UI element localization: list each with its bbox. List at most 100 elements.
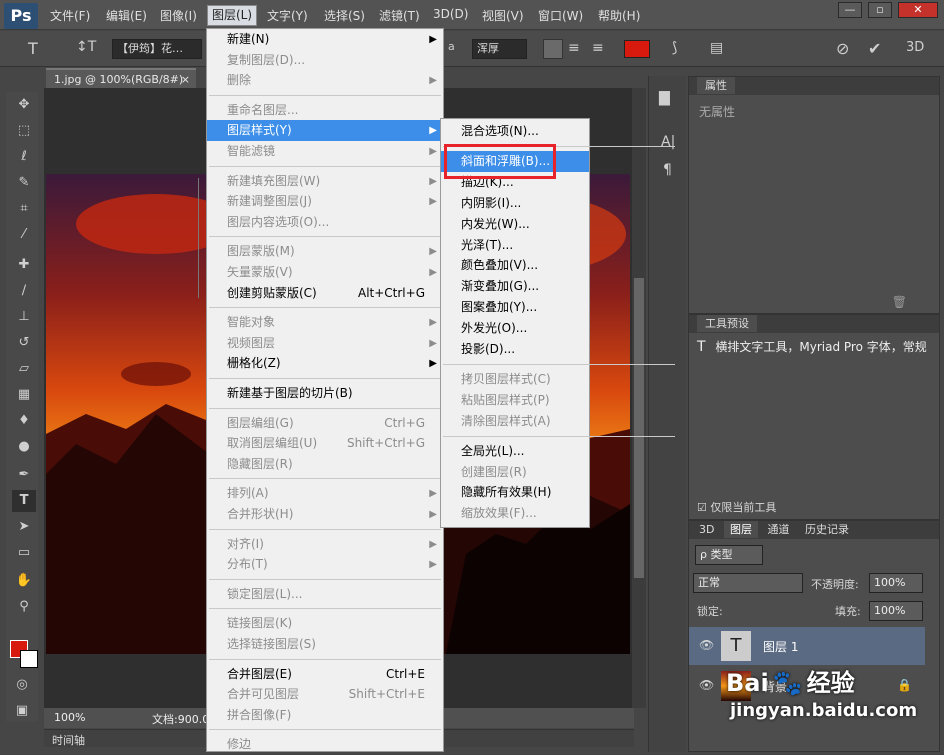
menu-item[interactable]: 锁定图层(L)...	[207, 584, 443, 605]
menu-item[interactable]: 隐藏图层(R)	[207, 454, 443, 475]
menu-item[interactable]: 对齐(I) ▶	[207, 534, 443, 555]
current-tool-only-checkbox[interactable]: ☑ 仅限当前工具	[697, 499, 776, 515]
menu-item[interactable]: 外发光(O)...	[441, 318, 589, 339]
blur-tool-icon[interactable]: ♦	[12, 410, 36, 432]
menu-item[interactable]: 取消图层编组(U) Shift+Ctrl+G	[207, 433, 443, 454]
clone-stamp-icon[interactable]: ⊥	[12, 306, 36, 328]
tab-3d[interactable]: 3D	[693, 523, 720, 536]
menu-item[interactable]: 图层蒙版(M) ▶	[207, 241, 443, 262]
warp-text-icon[interactable]: ⟆	[672, 40, 677, 56]
menu-item[interactable]: 缩放效果(F)...	[441, 503, 589, 524]
menu-item[interactable]: 合并形状(H) ▶	[207, 504, 443, 525]
menu-item[interactable]: 图案叠加(Y)...	[441, 297, 589, 318]
crop-tool-icon[interactable]: ⌗	[12, 198, 36, 220]
shape-tool-icon[interactable]: ▭	[12, 542, 36, 564]
tab-channels[interactable]: 通道	[761, 523, 795, 536]
layer-filter-select[interactable]: ρ 类型	[695, 545, 763, 565]
zoom-level[interactable]: 100%	[54, 711, 85, 724]
menu-item[interactable]: 复制图层(D)...	[207, 50, 443, 71]
character-style-icon[interactable]: ▇	[659, 90, 670, 106]
dodge-tool-icon[interactable]: ●	[12, 436, 36, 458]
eyedropper-icon[interactable]: ⁄	[12, 224, 36, 246]
align-left-button[interactable]	[543, 39, 563, 59]
close-window-button[interactable]: ✕	[898, 2, 938, 18]
menu-item[interactable]: 创建图层(R)	[441, 462, 589, 483]
quick-select-icon[interactable]: ✎	[12, 172, 36, 194]
menu-item[interactable]: 内阴影(I)...	[441, 193, 589, 214]
gradient-tool-icon[interactable]: ▦	[12, 384, 36, 406]
panels-icon[interactable]: ▤	[710, 40, 723, 56]
menu-item[interactable]: 链接图层(K)	[207, 613, 443, 634]
pen-tool-icon[interactable]: ✒	[12, 464, 36, 486]
menu-item[interactable]: 矢量蒙版(V) ▶	[207, 262, 443, 283]
menu-filter[interactable]: 滤镜(T)	[379, 7, 420, 24]
menu-item[interactable]: 清除图层样式(A)	[441, 411, 589, 432]
close-tab-icon[interactable]: ×	[181, 70, 190, 90]
layer-row-text[interactable]: 👁 T 图层 1	[689, 627, 925, 665]
menu-item[interactable]: 智能对象 ▶	[207, 312, 443, 333]
orientation-icon[interactable]: ↕T	[76, 39, 96, 55]
visibility-eye-icon[interactable]: 👁	[699, 678, 714, 692]
menu-item[interactable]: 混合选项(N)...	[441, 121, 589, 142]
align-center-icon[interactable]: ≡	[568, 40, 580, 56]
menu-item[interactable]: 重命名图层...	[207, 100, 443, 121]
menu-item[interactable]: 图层内容选项(O)...	[207, 212, 443, 233]
menu-item[interactable]: 新建调整图层(J) ▶	[207, 191, 443, 212]
tab-history[interactable]: 历史记录	[799, 523, 855, 536]
eraser-tool-icon[interactable]: ▱	[12, 358, 36, 380]
path-select-icon[interactable]: ➤	[12, 516, 36, 538]
hand-tool-icon[interactable]: ✋	[12, 570, 36, 592]
menu-item[interactable]: 智能滤镜 ▶	[207, 141, 443, 162]
menu-view[interactable]: 视图(V)	[482, 7, 524, 24]
menu-item[interactable]: 新建填充图层(W) ▶	[207, 171, 443, 192]
lasso-tool-icon[interactable]: ℓ	[12, 146, 36, 168]
menu-item[interactable]: 渐变叠加(G)...	[441, 276, 589, 297]
menu-item[interactable]: 拷贝图层样式(C)	[441, 369, 589, 390]
menu-item[interactable]: 新建(N) ▶	[207, 29, 443, 50]
visibility-eye-icon[interactable]: 👁	[699, 638, 714, 652]
minimize-button[interactable]: —	[838, 2, 862, 18]
document-tab[interactable]: 1.jpg @ 100%(RGB/8#) ×	[46, 68, 196, 88]
fill-field[interactable]: 100%	[869, 601, 923, 621]
quick-mask-icon[interactable]: ◎	[10, 674, 34, 696]
menu-item[interactable]: 栅格化(Z) ▶	[207, 353, 443, 374]
layer-name[interactable]: 图层 1	[763, 638, 798, 655]
menu-item[interactable]: 图层样式(Y) ▶	[207, 120, 443, 142]
menu-item[interactable]: 分布(T) ▶	[207, 554, 443, 575]
brush-tool-icon[interactable]: ∕	[12, 280, 36, 302]
menu-item[interactable]: 粘贴图层样式(P)	[441, 390, 589, 411]
screen-mode-icon[interactable]: ▣	[10, 700, 34, 722]
type-tool-icon-active[interactable]: T	[12, 490, 36, 512]
healing-brush-icon[interactable]: ✚	[12, 254, 36, 276]
menu-help[interactable]: 帮助(H)	[598, 7, 640, 24]
menu-3d[interactable]: 3D(D)	[433, 7, 468, 21]
menu-file[interactable]: 文件(F)	[50, 7, 90, 24]
menu-type[interactable]: 文字(Y)	[267, 7, 308, 24]
maximize-button[interactable]: ▫	[868, 2, 892, 18]
cancel-icon[interactable]: ⊘	[836, 39, 849, 58]
menu-item[interactable]: 内发光(W)...	[441, 214, 589, 235]
commit-icon[interactable]: ✔	[868, 39, 881, 58]
blend-mode-select[interactable]: 正常	[693, 573, 803, 593]
menu-item[interactable]: 全局光(L)...	[441, 441, 589, 462]
marquee-tool-icon[interactable]: ⬚	[12, 120, 36, 142]
menu-edit[interactable]: 编辑(E)	[106, 7, 147, 24]
opacity-field[interactable]: 100%	[869, 573, 923, 593]
menu-item[interactable]: 排列(A) ▶	[207, 483, 443, 504]
character-icon[interactable]: A|	[661, 134, 675, 150]
menu-select[interactable]: 选择(S)	[324, 7, 365, 24]
paragraph-icon[interactable]: ¶	[663, 162, 672, 178]
3d-button[interactable]: 3D	[906, 40, 924, 55]
trash-icon[interactable]: 🗑	[892, 295, 907, 309]
menu-item[interactable]: 删除 ▶	[207, 70, 443, 91]
font-family-select[interactable]: 【伊筠】花…	[112, 39, 202, 59]
menu-layer[interactable]: 图层(L)	[207, 5, 258, 26]
menu-item[interactable]: 合并可见图层 Shift+Ctrl+E	[207, 684, 443, 705]
menu-item[interactable]: 选择链接图层(S)	[207, 634, 443, 655]
move-tool-icon[interactable]: ✥	[12, 94, 36, 116]
preset-item[interactable]: T 横排文字工具，Myriad Pro 字体，常规	[689, 333, 939, 360]
menu-window[interactable]: 窗口(W)	[538, 7, 583, 24]
align-right-icon[interactable]: ≡	[592, 40, 604, 56]
menu-image[interactable]: 图像(I)	[160, 7, 197, 24]
menu-item[interactable]: 新建基于图层的切片(B)	[207, 383, 443, 404]
